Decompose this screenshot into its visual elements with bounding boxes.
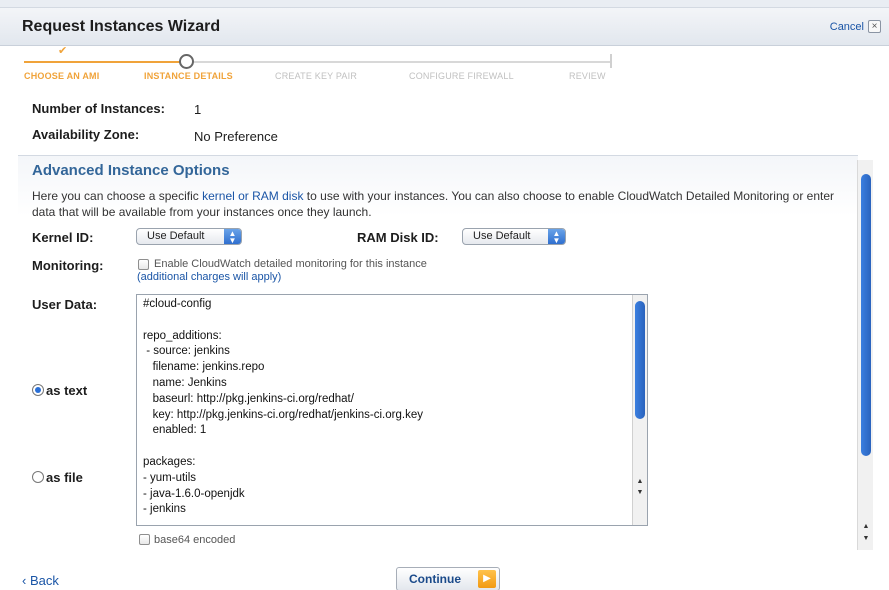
ramdisk-id-select[interactable]: Use Default ▲ ▼ bbox=[462, 228, 566, 245]
step-create-key-pair: CREATE KEY PAIR bbox=[275, 71, 358, 81]
advanced-options-title: Advanced Instance Options bbox=[32, 162, 230, 179]
step-instance-details: INSTANCE DETAILS bbox=[144, 71, 233, 81]
kernel-id-select[interactable]: Use Default ▲ ▼ bbox=[136, 228, 242, 245]
checkmark-icon: ✔ bbox=[58, 45, 68, 57]
cancel-label: Cancel bbox=[829, 20, 864, 33]
back-button[interactable]: ‹ Back bbox=[22, 573, 59, 588]
current-step-node-icon bbox=[179, 54, 194, 69]
scroll-down-icon[interactable]: ▼ bbox=[635, 488, 645, 497]
kernel-id-label: Kernel ID: bbox=[32, 230, 94, 245]
wizard-title: Request Instances Wizard bbox=[22, 18, 221, 35]
wizard-titlebar: Request Instances Wizard Cancel × bbox=[0, 8, 889, 46]
monitoring-checkbox[interactable] bbox=[138, 259, 149, 270]
kernel-ramdisk-link[interactable]: kernel or RAM disk bbox=[202, 189, 303, 203]
scroll-down-icon[interactable]: ▼ bbox=[861, 534, 871, 543]
close-icon[interactable]: × bbox=[868, 20, 881, 33]
progress-line-done bbox=[24, 61, 182, 63]
panel-scrollbar[interactable]: ▲ ▼ bbox=[857, 160, 873, 550]
progress-line-todo bbox=[194, 61, 612, 63]
step-choose-ami: CHOOSE AN AMI bbox=[24, 71, 100, 81]
as-file-label: as file bbox=[46, 470, 83, 485]
continue-button[interactable]: Continue ▶ bbox=[396, 567, 500, 590]
advanced-options-description: Here you can choose a specific kernel or… bbox=[32, 188, 852, 220]
zone-label: Availability Zone: bbox=[32, 127, 140, 142]
as-file-radio[interactable] bbox=[32, 471, 44, 483]
as-text-label: as text bbox=[46, 383, 88, 398]
textarea-scrollbar[interactable]: ▲ ▼ bbox=[632, 295, 647, 525]
progress-tracker: ✔ CHOOSE AN AMI INSTANCE DETAILS CREATE … bbox=[24, 45, 624, 86]
user-data-label: User Data: bbox=[32, 297, 98, 312]
cancel-button[interactable]: Cancel × bbox=[830, 20, 881, 33]
arrow-right-icon: ▶ bbox=[478, 570, 496, 588]
continue-label: Continue bbox=[409, 572, 461, 586]
panel-scroll-thumb[interactable] bbox=[861, 174, 871, 456]
zone-value: No Preference bbox=[194, 129, 278, 144]
scroll-up-icon[interactable]: ▲ bbox=[635, 477, 645, 486]
scroll-up-icon[interactable]: ▲ bbox=[861, 522, 871, 531]
select-arrows-icon: ▲ ▼ bbox=[548, 229, 565, 245]
base64-label: base64 encoded bbox=[154, 534, 236, 546]
instances-value: 1 bbox=[194, 102, 202, 117]
top-strip bbox=[0, 0, 889, 8]
kernel-id-value: Use Default bbox=[147, 230, 205, 242]
ramdisk-id-value: Use Default bbox=[473, 230, 531, 242]
ramdisk-id-label: RAM Disk ID: bbox=[357, 230, 439, 245]
progress-end-mark bbox=[610, 54, 612, 68]
additional-charges-note: (additional charges will apply) bbox=[137, 271, 282, 283]
as-text-radio[interactable] bbox=[32, 384, 44, 396]
step-configure-firewall: CONFIGURE FIREWALL bbox=[409, 71, 514, 81]
monitoring-label: Monitoring: bbox=[32, 258, 104, 273]
select-arrows-icon: ▲ ▼ bbox=[224, 229, 241, 245]
base64-checkbox[interactable] bbox=[139, 534, 150, 545]
step-review: REVIEW bbox=[569, 71, 606, 81]
description-text-1: Here you can choose a specific bbox=[32, 189, 203, 203]
instances-label: Number of Instances: bbox=[32, 101, 165, 116]
monitoring-checkbox-label: Enable CloudWatch detailed monitoring fo… bbox=[154, 258, 427, 270]
textarea-scroll-thumb[interactable] bbox=[635, 301, 645, 419]
user-data-content: #cloud-config repo_additions: - source: … bbox=[143, 298, 423, 516]
user-data-textarea[interactable]: #cloud-config repo_additions: - source: … bbox=[136, 294, 648, 526]
